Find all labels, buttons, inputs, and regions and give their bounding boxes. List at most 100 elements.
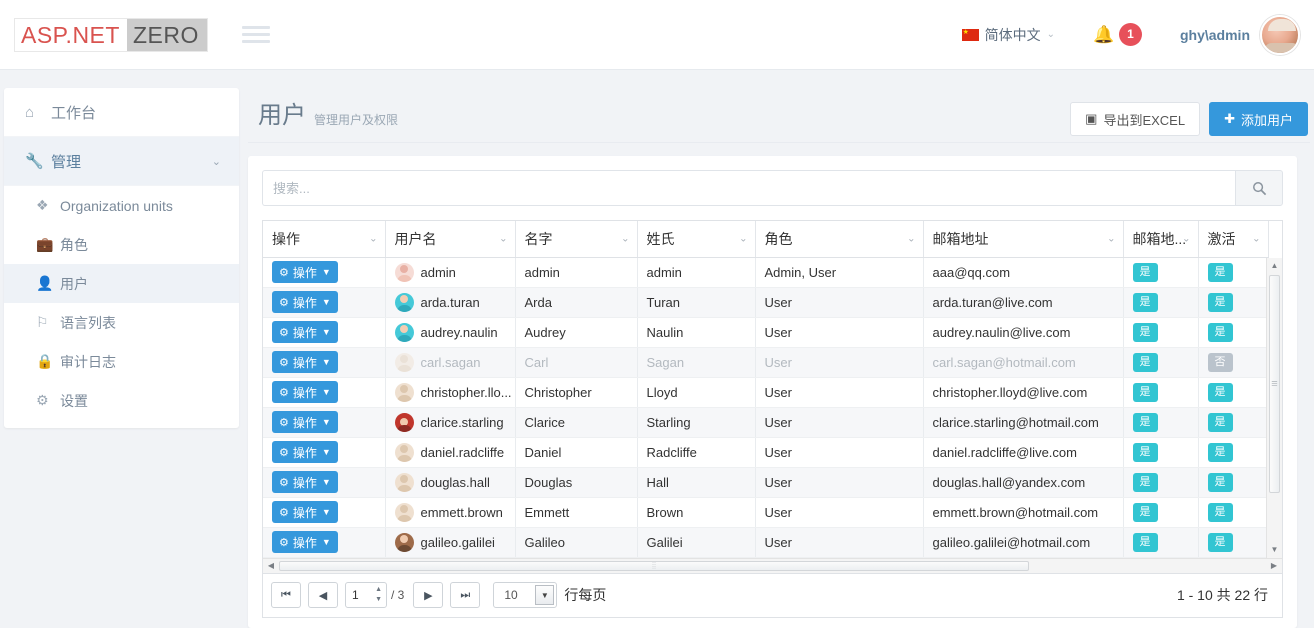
previous-page-button[interactable]: ◀ [308,582,338,608]
table-horizontal-scrollbar[interactable]: ◀ ▶ [262,557,1283,574]
page-number-stepper[interactable]: 1 ▲ ▼ [345,582,387,608]
notification-count-badge: 1 [1118,23,1142,46]
caret-down-icon: ▼ [321,447,331,457]
column-header-lastname[interactable]: 姓氏 ⌄ [637,221,756,258]
cell-firstname: Daniel [515,437,638,468]
cell-email: arda.turan@live.com [923,287,1124,318]
table-row[interactable]: ⚙ 操作 ▼ douglas.hall Douglas Hall User douglas.h… [263,467,1269,498]
row-action-label: 操作 [292,355,317,370]
sidebar-item-settings[interactable]: ⚙ 设置 [4,381,239,420]
add-user-button[interactable]: ✚ 添加用户 [1209,102,1308,136]
cell-firstname: Carl [515,347,638,378]
hamburger-icon[interactable] [241,22,270,47]
scroll-left-arrow-icon[interactable]: ◀ [263,559,279,573]
gear-icon: ⚙ [36,392,49,408]
username-text: christopher.llo... [420,384,512,400]
scroll-down-arrow-icon[interactable]: ▼ [1267,542,1282,558]
cell-firstname: Christopher [515,377,638,408]
scroll-right-arrow-icon[interactable]: ▶ [1266,559,1282,573]
column-header-firstname[interactable]: 名字 ⌄ [515,221,638,258]
table-row[interactable]: ⚙ 操作 ▼ admin admin admin Admin, User aaa@qq.com… [263,257,1269,288]
cell-action[interactable]: ⚙ 操作 ▼ [263,287,386,318]
cell-action[interactable]: ⚙ 操作 ▼ [263,497,386,528]
table-row[interactable]: ⚙ 操作 ▼ arda.turan Arda Turan User arda.turan@li… [263,287,1269,318]
sidebar-item-users[interactable]: 👤 用户 [4,264,239,303]
search-button[interactable] [1235,170,1283,206]
row-action-button[interactable]: ⚙ 操作 ▼ [272,381,338,403]
avatar [394,472,414,492]
table-row[interactable]: ⚙ 操作 ▼ clarice.starling Clarice Starling User c… [263,407,1269,438]
page-size-select[interactable]: 10 ▼ [493,582,558,608]
last-page-button[interactable]: ⏭ [450,582,481,608]
first-page-button[interactable]: ⏮ [271,582,301,608]
cell-action[interactable]: ⚙ 操作 ▼ [263,257,386,288]
avatar[interactable] [1260,14,1300,55]
table-row[interactable]: ⚙ 操作 ▼ emmett.brown Emmett Brown User emmett.br… [263,497,1269,528]
row-action-button[interactable]: ⚙ 操作 ▼ [272,291,338,313]
cell-action[interactable]: ⚙ 操作 ▼ [263,347,386,378]
caret-down-icon: ▼ [321,357,331,367]
cell-action[interactable]: ⚙ 操作 ▼ [263,437,386,468]
chevron-down-icon[interactable]: ▼ [535,585,555,605]
sidebar-item-roles[interactable]: 💼 角色 [4,225,239,264]
row-action-button[interactable]: ⚙ 操作 ▼ [272,471,338,493]
sidebar-section-dashboard: ⌂ 工作台 [4,88,239,137]
sidebar-item-languages[interactable]: ⚐ 语言列表 [4,303,239,342]
cell-lastname: Lloyd [637,377,756,408]
user-menu-label[interactable]: ghy\admin [1180,27,1250,43]
cell-action[interactable]: ⚙ 操作 ▼ [263,527,386,558]
row-action-button[interactable]: ⚙ 操作 ▼ [272,261,338,283]
scroll-up-arrow-icon[interactable]: ▲ [1267,258,1282,274]
row-action-button[interactable]: ⚙ 操作 ▼ [272,351,338,373]
cell-username: douglas.hall [385,467,516,498]
table-row[interactable]: ⚙ 操作 ▼ audrey.naulin Audrey Naulin User audrey.… [263,317,1269,348]
table-row[interactable]: ⚙ 操作 ▼ christopher.llo... Christopher Lloyd Us… [263,377,1269,408]
horizontal-scroll-thumb[interactable] [279,560,1029,571]
sidebar-item-organization-units[interactable]: ❖ Organization units [4,186,239,225]
column-header-action[interactable]: 操作 ⌄ [263,221,386,258]
column-header-active[interactable]: 激活 ⌄ [1198,221,1269,258]
username-text: clarice.starling [420,414,504,430]
cell-roles: User [755,437,924,468]
column-header-username[interactable]: 用户名 ⌄ [385,221,516,258]
sidebar-item-administration[interactable]: 🔧 管理 ⌄ [4,137,239,185]
row-action-button[interactable]: ⚙ 操作 ▼ [272,531,338,553]
table-body: ⚙ 操作 ▼ admin admin admin Admin, User aaa@qq.com… [263,257,1269,558]
column-header-email[interactable]: 邮箱地址 ⌄ [923,221,1124,258]
cell-action[interactable]: ⚙ 操作 ▼ [263,407,386,438]
page-size-label: 行每页 [564,587,607,603]
table-row[interactable]: ⚙ 操作 ▼ daniel.radcliffe Daniel Radcliffe User d… [263,437,1269,468]
top-header-bar: ASP.NET ZERO 简体中文 ⌄ 🔔 1 ghy\admin [0,0,1314,70]
pagination-bar: ⏮ ◀ 1 ▲ ▼ / 3 ▶ ⏭ 10 ▼ 行每页 1 - 10 共 22 行 [262,573,1283,618]
notifications-button[interactable]: 🔔 1 [1093,23,1142,46]
export-to-excel-button[interactable]: ▣ 导出到EXCEL [1070,102,1201,136]
sidebar-item-dashboard[interactable]: ⌂ 工作台 [4,88,239,136]
vertical-scroll-thumb[interactable] [1269,275,1280,493]
table-row[interactable]: ⚙ 操作 ▼ galileo.galilei Galileo Galilei User gal… [263,527,1269,558]
next-page-button[interactable]: ▶ [413,582,444,608]
column-header-roles[interactable]: 角色 ⌄ [755,221,924,258]
cell-email: christopher.lloyd@live.com [923,377,1124,408]
cell-email-confirmed: 是 [1123,317,1199,348]
column-header-email-confirmed[interactable]: 邮箱地... ⌄ [1123,221,1199,258]
language-selector[interactable]: 简体中文 ⌄ [961,25,1055,45]
table-row[interactable]: ⚙ 操作 ▼ carl.sagan Carl Sagan User carl.sagan@ho… [263,347,1269,378]
sidebar-item-audit-logs[interactable]: 🔒 审计日志 [4,342,239,381]
cell-action[interactable]: ⚙ 操作 ▼ [263,317,386,348]
avatar [394,532,414,552]
cell-email-confirmed: 是 [1123,437,1199,468]
app-logo[interactable]: ASP.NET ZERO [14,17,208,52]
cell-action[interactable]: ⚙ 操作 ▼ [263,377,386,408]
stepper-arrows-icon[interactable]: ▲ ▼ [375,585,382,605]
row-action-label: 操作 [292,535,317,550]
row-action-button[interactable]: ⚙ 操作 ▼ [272,321,338,343]
row-action-button[interactable]: ⚙ 操作 ▼ [272,501,338,523]
cell-action[interactable]: ⚙ 操作 ▼ [263,467,386,498]
table-vertical-scrollbar[interactable]: ▲ ▼ [1266,258,1282,558]
search-input[interactable] [262,170,1235,206]
cell-firstname: Douglas [515,467,638,498]
row-action-button[interactable]: ⚙ 操作 ▼ [272,411,338,433]
row-action-button[interactable]: ⚙ 操作 ▼ [272,441,338,463]
cell-active: 是 [1198,257,1269,288]
caret-down-icon: ▼ [321,537,331,547]
